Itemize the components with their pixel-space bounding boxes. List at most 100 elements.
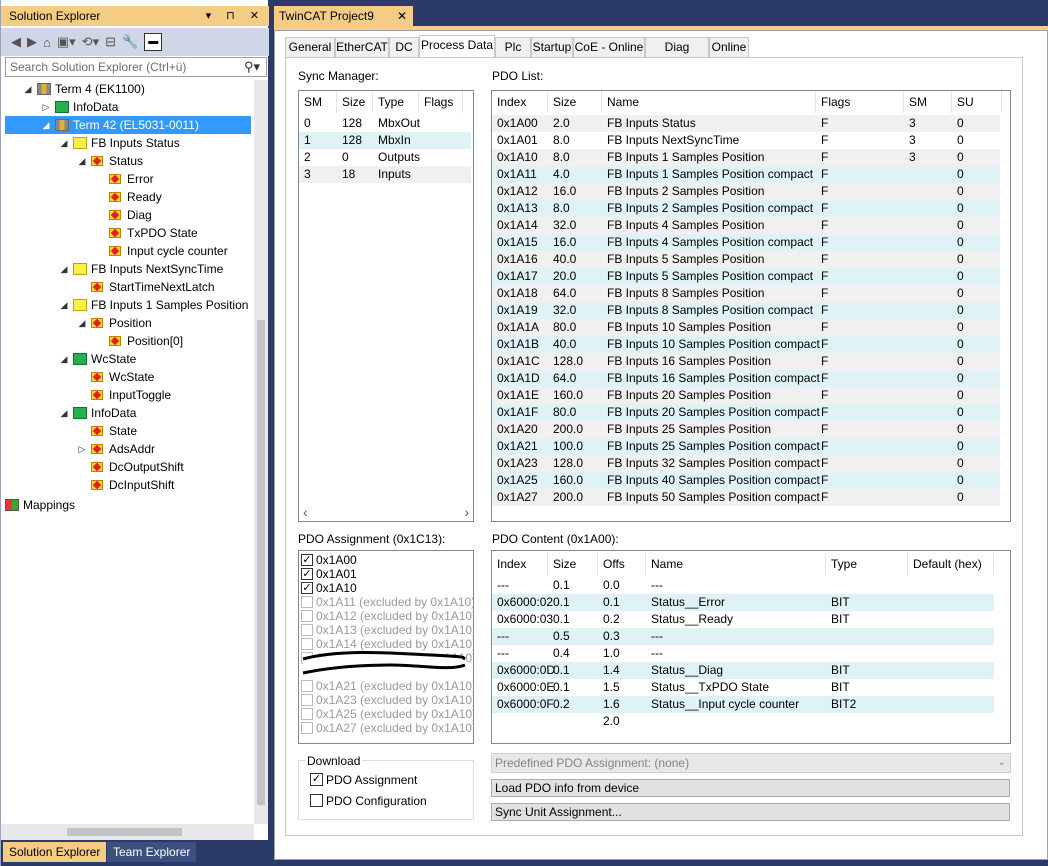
checkbox[interactable]: ✓ bbox=[301, 582, 313, 594]
column-header[interactable]: Flags bbox=[816, 91, 904, 113]
tree-item[interactable]: ▷ AdsAddr bbox=[1, 440, 251, 458]
tree-item[interactable]: StartTimeNextLatch bbox=[1, 278, 251, 296]
checkbox[interactable] bbox=[301, 596, 313, 608]
switch-views-icon[interactable]: ▣▾ bbox=[57, 34, 76, 50]
expanded-arrow-icon[interactable]: ◢ bbox=[59, 134, 69, 152]
table-row[interactable]: --- 0.5 0.3 --- bbox=[492, 628, 994, 645]
tree-item[interactable]: ▷ InfoData bbox=[1, 98, 251, 116]
pdo-assignment-item[interactable]: 0x1A23 (excluded by 0x1A10) bbox=[299, 693, 473, 707]
pdo-list[interactable]: Index Size Name Flags SM SU 0x1A00 2.0 FB Inputs… bbox=[491, 90, 1011, 522]
tree-item[interactable]: DcOutputShift bbox=[1, 458, 251, 476]
tree-item[interactable]: ◢ InfoData bbox=[1, 404, 251, 422]
checkbox[interactable] bbox=[301, 680, 313, 692]
table-row[interactable]: 0x1A01 8.0 FB Inputs NextSyncTime F 3 0 bbox=[492, 132, 1000, 149]
table-row[interactable]: 0x6000:0D 0.1 1.4 Status__Diag BIT bbox=[492, 662, 994, 679]
table-row[interactable]: 0x1A11 4.0 FB Inputs 1 Samples Position co… bbox=[492, 166, 1000, 183]
tree-item[interactable]: ◢ WcState bbox=[1, 350, 251, 368]
checkbox[interactable] bbox=[301, 708, 313, 720]
tree-horizontal-scrollbar[interactable] bbox=[1, 824, 254, 840]
preview-icon[interactable]: ▬ bbox=[144, 33, 163, 51]
table-row[interactable]: 0x1A20 200.0 FB Inputs 25 Samples Position… bbox=[492, 421, 1000, 438]
history-icon[interactable]: ⟲▾ bbox=[82, 34, 99, 50]
tree-item[interactable]: ◢ Term 4 (EK1100) bbox=[1, 80, 251, 98]
back-icon[interactable]: ◀ bbox=[11, 34, 21, 50]
checkbox[interactable] bbox=[301, 694, 313, 706]
table-row[interactable]: 0x1A18 64.0 FB Inputs 8 Samples Position F 0 bbox=[492, 285, 1000, 302]
tree-item[interactable]: ◢ FB Inputs Status bbox=[1, 134, 251, 152]
tree-item[interactable]: WcState bbox=[1, 368, 251, 386]
pdo-content-list[interactable]: Index Size Offs Name Type Default (hex) --- 0.1… bbox=[491, 550, 1011, 744]
checkbox[interactable] bbox=[301, 638, 313, 650]
pdo-assignment-item[interactable]: 0x1A11 (excluded by 0x1A10) bbox=[299, 595, 473, 609]
tree-item[interactable]: ◢ FB Inputs 1 Samples Position bbox=[1, 296, 251, 314]
column-header[interactable]: SM bbox=[299, 91, 337, 113]
column-header[interactable]: Type bbox=[826, 553, 908, 575]
table-row[interactable]: --- 0.1 0.0 --- bbox=[492, 577, 994, 594]
tree-vertical-scrollbar[interactable] bbox=[254, 80, 268, 824]
tab-dc[interactable]: DC bbox=[389, 37, 419, 57]
tree-item[interactable]: ◢ Status bbox=[1, 152, 251, 170]
table-row[interactable]: 0x1A15 16.0 FB Inputs 4 Samples Position c… bbox=[492, 234, 1000, 251]
tab-ethercat[interactable]: EtherCAT bbox=[335, 37, 389, 57]
pdo-assignment-item[interactable]: 0x1A27 (excluded by 0x1A10) bbox=[299, 721, 473, 735]
column-header[interactable]: Index bbox=[492, 553, 548, 575]
table-row[interactable]: 0x1A1C 128.0 FB Inputs 16 Samples Position… bbox=[492, 353, 1000, 370]
table-row[interactable]: 0x1A12 16.0 FB Inputs 2 Samples Position F 0 bbox=[492, 183, 1000, 200]
expanded-arrow-icon[interactable]: ◢ bbox=[77, 314, 87, 332]
collapse-all-icon[interactable]: ⊟ bbox=[105, 34, 116, 50]
column-header[interactable]: SU bbox=[952, 91, 1002, 113]
panel-window-buttons[interactable]: ▾ ⊓ ✕ bbox=[206, 6, 265, 26]
solution-explorer-search-input[interactable]: Search Solution Explorer (Ctrl+ü) ⚲▾ bbox=[5, 57, 267, 77]
table-row[interactable]: 3 18 Inputs bbox=[299, 166, 471, 183]
search-icon[interactable]: ⚲▾ bbox=[244, 58, 260, 76]
table-row[interactable]: 0x1A1A 80.0 FB Inputs 10 Samples Position F… bbox=[492, 319, 1000, 336]
tab-general[interactable]: General bbox=[285, 37, 335, 57]
tree-item[interactable]: InputToggle bbox=[1, 386, 251, 404]
expanded-arrow-icon[interactable]: ◢ bbox=[77, 152, 87, 170]
table-row[interactable]: 2.0 bbox=[492, 713, 994, 730]
table-row[interactable]: 0x1A27 200.0 FB Inputs 50 Samples Position… bbox=[492, 489, 1000, 506]
table-row[interactable]: 0x1A13 8.0 FB Inputs 2 Samples Position co… bbox=[492, 200, 1000, 217]
tree-item[interactable]: Mappings bbox=[1, 496, 251, 514]
table-row[interactable]: 0x1A00 2.0 FB Inputs Status F 3 0 bbox=[492, 115, 1000, 132]
table-row[interactable]: 2 0 Outputs bbox=[299, 149, 471, 166]
table-row[interactable]: 0x1A10 8.0 FB Inputs 1 Samples Position F 3 0 bbox=[492, 149, 1000, 166]
expanded-arrow-icon[interactable]: ◢ bbox=[59, 350, 69, 368]
table-row[interactable]: 0x1A16 40.0 FB Inputs 5 Samples Position F 0 bbox=[492, 251, 1000, 268]
pdo-assignment-item[interactable]: ✓ 0x1A10 bbox=[299, 581, 471, 595]
tree-item[interactable]: Input cycle counter bbox=[1, 242, 251, 260]
tree-item[interactable]: DcInputShift bbox=[1, 476, 251, 494]
collapsed-arrow-icon[interactable]: ▷ bbox=[77, 440, 87, 458]
checkbox[interactable] bbox=[301, 610, 313, 622]
tab-solution-explorer[interactable]: Solution Explorer bbox=[3, 842, 107, 862]
home-icon[interactable]: ⌂ bbox=[43, 35, 51, 50]
column-header[interactable]: Size bbox=[337, 91, 373, 113]
load-pdo-info-button[interactable]: Load PDO info from device bbox=[491, 779, 1010, 797]
checkbox[interactable] bbox=[301, 722, 313, 734]
column-header[interactable]: Type bbox=[373, 91, 419, 113]
tab-online[interactable]: Online bbox=[709, 37, 749, 57]
forward-icon[interactable]: ▶ bbox=[27, 34, 37, 50]
pdo-assignment-item[interactable]: 0x1A21 (excluded by 0x1A10) bbox=[299, 679, 473, 693]
column-header[interactable]: Size bbox=[548, 91, 602, 113]
tree-item[interactable]: Ready bbox=[1, 188, 251, 206]
table-row[interactable]: 0x6000:0E 0.1 1.5 Status__TxPDO State BIT bbox=[492, 679, 994, 696]
column-header[interactable]: Name bbox=[602, 91, 816, 113]
column-header[interactable]: Index bbox=[492, 91, 548, 113]
expanded-arrow-icon[interactable]: ◢ bbox=[59, 260, 69, 278]
pdo-assignment-list[interactable]: ✓ 0x1A00 ✓ 0x1A01 ✓ 0x1A10 0x1A11 (excluded by… bbox=[298, 550, 474, 744]
pdo-assignment-item[interactable]: 0x1A13 (excluded by 0x1A10) bbox=[299, 623, 473, 637]
table-row[interactable]: 0x1A19 32.0 FB Inputs 8 Samples Position c… bbox=[492, 302, 1000, 319]
tab-diag-history[interactable]: Diag History bbox=[645, 37, 709, 73]
scroll-right-icon[interactable]: › bbox=[464, 503, 469, 521]
pdo-assignment-item[interactable]: ✓ 0x1A00 bbox=[299, 553, 471, 567]
tree-item[interactable]: Diag bbox=[1, 206, 251, 224]
pdo-assignment-item[interactable]: ✓ 0x1A01 bbox=[299, 567, 471, 581]
tree-item[interactable]: Error bbox=[1, 170, 251, 188]
table-row[interactable]: 0x6000:02 0.1 0.1 Status__Error BIT bbox=[492, 594, 994, 611]
table-row[interactable]: 0x6000:0F 0.2 1.6 Status__Input cycle count… bbox=[492, 696, 994, 713]
properties-icon[interactable]: 🔧 bbox=[122, 34, 138, 50]
pdo-assignment-item[interactable]: 0x1A14 (excluded by 0x1A10) bbox=[299, 637, 473, 651]
tree-item[interactable]: ◢ FB Inputs NextSyncTime bbox=[1, 260, 251, 278]
close-icon[interactable]: ✕ bbox=[397, 6, 407, 26]
